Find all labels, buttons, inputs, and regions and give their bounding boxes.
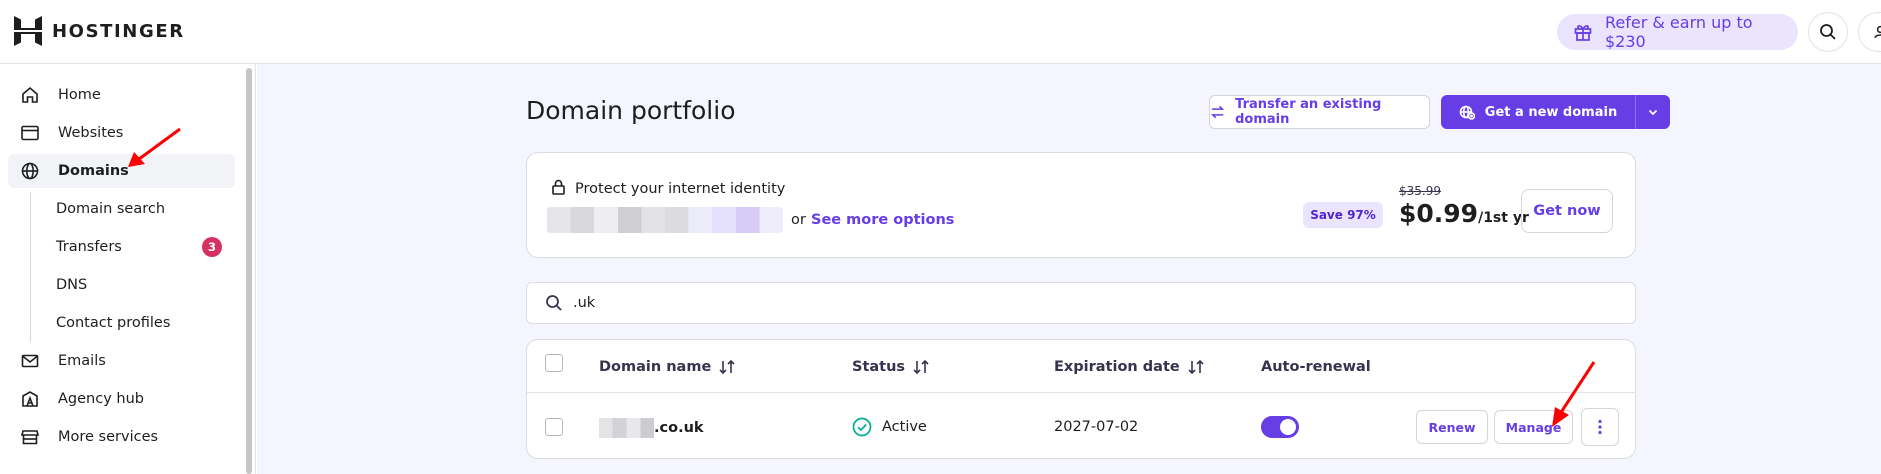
domain-name-blurred (599, 418, 654, 438)
sidebar-subitem-contact-profiles[interactable]: Contact profiles (56, 308, 236, 338)
transfers-count-badge: 3 (202, 237, 222, 257)
page-title: Domain portfolio (526, 96, 736, 125)
promo-or-text: or (791, 212, 806, 228)
sidebar-item-agency-hub[interactable]: Agency hub (8, 382, 235, 416)
get-now-button[interactable]: Get now (1521, 189, 1613, 233)
sidebar-subitem-label: DNS (56, 277, 88, 293)
sort-icon (719, 360, 735, 374)
select-all-checkbox[interactable] (545, 354, 563, 372)
search-input-value[interactable]: .uk (573, 295, 595, 311)
hostinger-logo-icon (14, 16, 42, 46)
search-icon (1820, 24, 1836, 40)
sidebar-subitem-label: Transfers (56, 239, 122, 255)
column-status[interactable]: Status (852, 359, 929, 375)
sidebar-scrollbar[interactable] (246, 68, 252, 474)
row-checkbox[interactable] (545, 418, 563, 436)
search-button[interactable] (1808, 12, 1848, 52)
sidebar-item-websites[interactable]: Websites (8, 116, 235, 150)
transfer-arrows-icon (1211, 105, 1225, 119)
sidebar-item-domains[interactable]: Domains (8, 154, 235, 188)
home-icon (22, 86, 38, 103)
brand-name: HOSTINGER (52, 20, 185, 42)
agency-icon (22, 391, 38, 407)
store-icon (20, 430, 40, 445)
sidebar-item-more-services[interactable]: More services (8, 420, 235, 454)
account-button[interactable] (1858, 12, 1881, 52)
sidebar-item-home[interactable]: Home (8, 78, 235, 112)
annotation-arrow-manage (1552, 361, 1596, 427)
sidebar-subitem-domain-search[interactable]: Domain search (56, 194, 236, 224)
column-domain-name[interactable]: Domain name (599, 359, 735, 375)
get-domain-dropdown-button[interactable] (1636, 95, 1670, 129)
column-label: Status (852, 359, 906, 375)
domain-name-cell[interactable]: .co.uk (599, 418, 704, 438)
promo-price-value: $0.99 (1399, 199, 1479, 228)
save-badge: Save 97% (1303, 202, 1383, 228)
sidebar-item-label: Agency hub (58, 391, 144, 407)
sidebar-subitem-dns[interactable]: DNS (56, 270, 236, 300)
domain-suggestion-blurred[interactable] (547, 207, 783, 233)
top-bar: HOSTINGER Refer & earn up to $230 (0, 0, 1881, 64)
toggle-knob (1280, 419, 1296, 435)
status-cell: Active (852, 417, 927, 437)
domain-table: Domain name Status Expiration date Auto-… (526, 339, 1636, 459)
search-icon (546, 295, 562, 311)
sidebar-item-emails[interactable]: Emails (8, 344, 235, 378)
sort-icon (913, 360, 929, 374)
transfer-domain-button[interactable]: Transfer an existing domain (1209, 95, 1430, 129)
promo-price: $0.99/1st yr (1399, 199, 1529, 228)
check-circle-icon (852, 417, 872, 437)
gift-icon (1574, 25, 1592, 41)
refer-earn-label: Refer & earn up to $230 (1604, 13, 1753, 51)
browser-icon (21, 125, 39, 141)
refer-earn-button[interactable]: Refer & earn up to $230 (1557, 13, 1798, 51)
get-new-domain-label: Get a new domain (1484, 104, 1618, 120)
sidebar-item-label: Websites (58, 125, 124, 141)
annotation-arrow-domains (128, 127, 181, 167)
table-header: Domain name Status Expiration date Auto-… (527, 340, 1635, 393)
sidebar-subitem-label: Contact profiles (56, 315, 171, 331)
submenu-guide-line (30, 192, 31, 342)
renew-button[interactable]: Renew (1416, 410, 1488, 444)
column-expiration-date[interactable]: Expiration date (1054, 359, 1204, 375)
sidebar-item-label: Home (58, 87, 101, 103)
sort-icon (1188, 360, 1204, 374)
sidebar-item-label: More services (58, 429, 159, 445)
transfer-domain-label: Transfer an existing domain (1235, 97, 1382, 127)
user-icon (1874, 25, 1881, 39)
sidebar-item-label: Emails (58, 353, 106, 369)
globe-icon (21, 162, 39, 180)
column-label: Domain name (599, 359, 712, 375)
hostinger-logo[interactable]: HOSTINGER (14, 16, 185, 46)
promo-card: Protect your internet identity or See mo… (526, 152, 1636, 258)
sidebar-subitem-label: Domain search (56, 201, 166, 217)
expiration-date-cell: 2027-07-02 (1054, 419, 1139, 435)
button-divider (1635, 95, 1636, 129)
status-text: Active (882, 419, 927, 435)
sidebar-item-label: Domains (58, 163, 129, 179)
auto-renewal-toggle[interactable] (1261, 416, 1299, 438)
column-label: Expiration date (1054, 359, 1180, 375)
see-more-options-link[interactable]: See more options (811, 212, 954, 228)
get-new-domain-button[interactable]: Get a new domain (1441, 95, 1635, 129)
column-label: Auto-renewal (1261, 359, 1371, 375)
column-auto-renewal: Auto-renewal (1261, 359, 1371, 375)
domain-suffix: .co.uk (654, 420, 704, 436)
chevron-down-icon (1648, 109, 1658, 116)
domain-search-field[interactable]: .uk (526, 282, 1636, 324)
globe-plus-icon (1459, 105, 1475, 120)
old-price: $35.99 (1399, 184, 1441, 198)
mail-icon (21, 354, 39, 368)
lock-icon (552, 179, 565, 195)
promo-title: Protect your internet identity (575, 181, 786, 197)
